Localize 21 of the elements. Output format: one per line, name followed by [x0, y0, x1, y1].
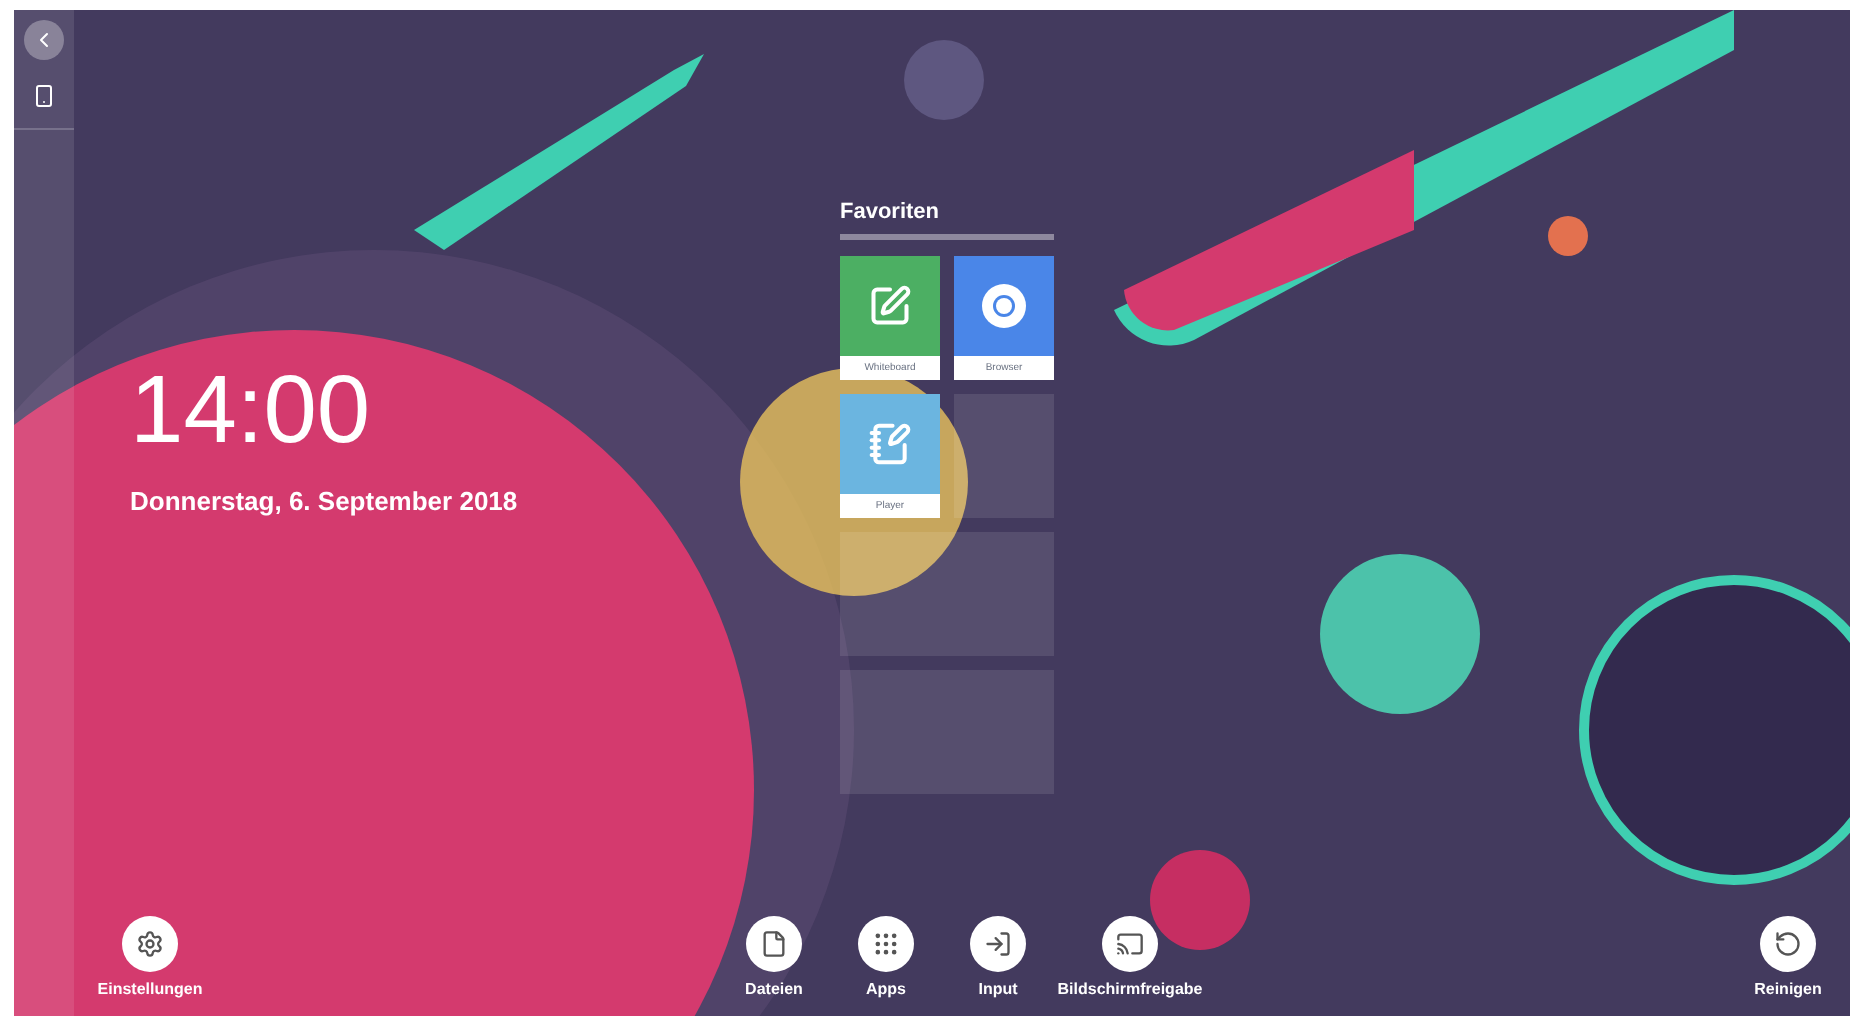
input-icon — [984, 930, 1012, 958]
pen-square-icon — [868, 284, 912, 328]
file-icon — [760, 930, 788, 958]
settings-icon — [136, 930, 164, 958]
grid-icon — [872, 930, 900, 958]
dock-label: Bildschirmfreigabe — [1057, 982, 1203, 998]
empty-tile — [954, 394, 1054, 518]
dock-label: Input — [978, 982, 1018, 998]
clock-time: 14:00 — [130, 364, 373, 460]
phone-icon — [32, 84, 56, 108]
reset-icon — [1774, 930, 1802, 958]
dock-label: Reinigen — [1754, 982, 1822, 998]
cast-icon — [1116, 930, 1144, 958]
notebook-pen-icon — [868, 422, 912, 466]
back-button[interactable] — [24, 20, 64, 60]
dock-label: Dateien — [745, 982, 803, 998]
browser-icon — [980, 282, 1028, 330]
dock-label: Einstellungen — [97, 982, 203, 998]
dock-label: Apps — [866, 982, 906, 998]
favorites-title: Favoriten — [840, 202, 942, 224]
date-text: Donnerstag, 6. September 2018 — [130, 488, 520, 514]
